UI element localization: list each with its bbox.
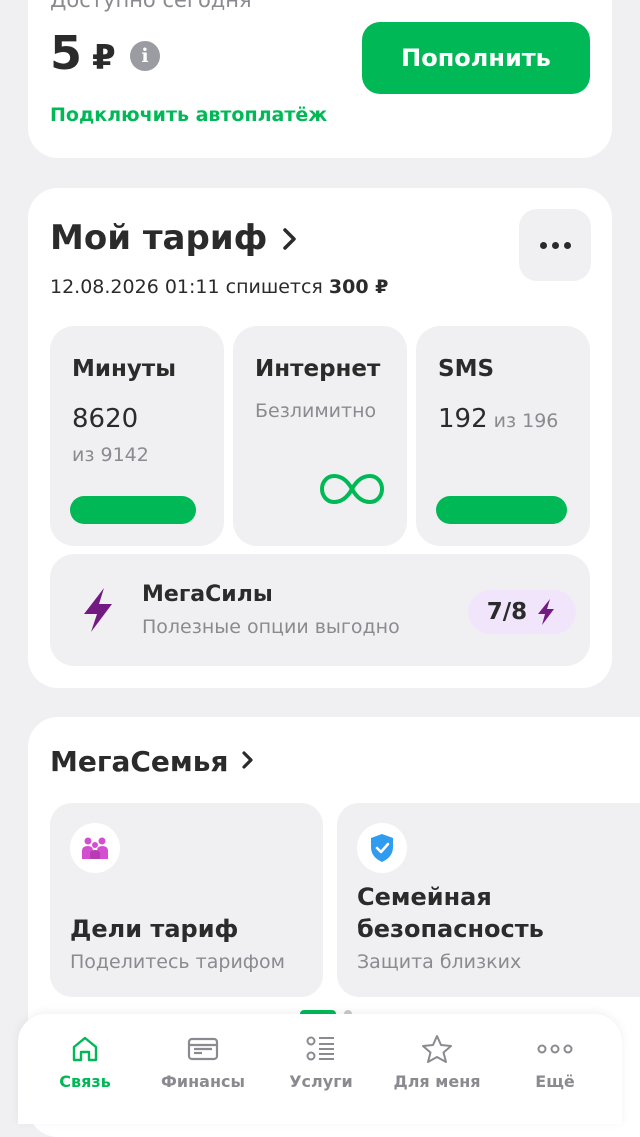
dot-icon: [539, 241, 547, 249]
megasily-banner[interactable]: МегаСилы Полезные опции выгодно 7/8: [50, 554, 590, 666]
sms-counter: 192 из 196: [438, 404, 558, 434]
sms-total: из 196: [493, 410, 559, 432]
charge-info: 12.08.2026 01:11 спишется 300 ₽: [50, 276, 388, 298]
megasily-count: 7/8: [486, 599, 528, 625]
megasily-badge: 7/8: [468, 590, 576, 634]
more-dots-icon: [537, 1044, 573, 1054]
charge-amount: 300 ₽: [328, 276, 389, 298]
charge-date: 12.08.2026 01:11 спишется: [50, 276, 323, 298]
available-today-label: Доступно сегодня: [50, 0, 252, 12]
lightning-icon: [538, 599, 555, 625]
sms-title: SMS: [438, 356, 495, 382]
lightning-icon: [78, 586, 118, 638]
nav-label: Финансы: [161, 1072, 245, 1091]
topup-button[interactable]: Пополнить: [362, 22, 590, 94]
minutes-remaining: 8620: [72, 404, 139, 434]
list-icon: [306, 1036, 334, 1061]
card-icon: [187, 1037, 219, 1061]
dot-icon: [563, 241, 571, 249]
nav-item-services[interactable]: Услуги: [266, 1034, 376, 1091]
sms-remaining: 192: [438, 404, 488, 434]
share-tariff-subtitle: Поделитесь тарифом: [70, 951, 285, 973]
star-icon: [422, 1035, 452, 1063]
megasily-subtitle: Полезные опции выгодно: [142, 616, 400, 638]
autopay-link[interactable]: Подключить автоплатёж: [50, 104, 327, 126]
family-icon: [70, 823, 120, 873]
dot-icon: [551, 241, 559, 249]
tariff-title[interactable]: Мой тариф: [50, 218, 267, 258]
infinity-icon: [319, 472, 385, 510]
balance-amount: 5 ₽: [50, 26, 116, 80]
nav-label: Ещё: [535, 1072, 575, 1091]
nav-item-finance[interactable]: Финансы: [148, 1034, 258, 1091]
bottom-navigation: Связь Финансы Услуги Для меня Ещё: [18, 1014, 622, 1124]
sms-progress-bar: [436, 496, 567, 524]
minutes-progress-bar: [70, 496, 196, 524]
balance-value: 5: [50, 26, 83, 80]
minutes-tile[interactable]: Минуты 8620 из 9142: [50, 326, 224, 546]
balance-card: Доступно сегодня 5 ₽ i Пополнить Подключи…: [28, 0, 612, 158]
family-title[interactable]: МегаСемья: [50, 745, 229, 778]
chevron-right-icon[interactable]: [240, 747, 256, 779]
nav-item-svyaz[interactable]: Связь: [30, 1034, 140, 1091]
chevron-right-icon[interactable]: [280, 224, 300, 262]
tariff-card: Мой тариф 12.08.2026 01:11 спишется 300 …: [28, 188, 612, 688]
more-options-button[interactable]: [519, 209, 591, 281]
home-icon: [72, 1036, 98, 1062]
minutes-total: из 9142: [72, 444, 149, 466]
share-tariff-title: Дели тариф: [70, 915, 239, 943]
share-tariff-tile[interactable]: Дели тариф Поделитесь тарифом: [50, 803, 323, 997]
sms-tile[interactable]: SMS 192 из 196: [416, 326, 590, 546]
nav-label: Услуги: [289, 1072, 353, 1091]
internet-title: Интернет: [255, 356, 381, 382]
info-icon[interactable]: i: [130, 41, 160, 71]
nav-label: Связь: [59, 1072, 111, 1091]
internet-tile[interactable]: Интернет Безлимитно: [233, 326, 407, 546]
shield-icon: [357, 823, 407, 873]
nav-item-for-me[interactable]: Для меня: [382, 1034, 492, 1091]
family-security-title: Семейная безопасность: [357, 883, 544, 943]
megasily-title: МегаСилы: [142, 582, 273, 607]
family-security-tile[interactable]: Семейная безопасность Защита близких: [337, 803, 640, 997]
minutes-title: Минуты: [72, 356, 177, 382]
internet-status: Безлимитно: [255, 400, 377, 422]
balance-currency: ₽: [92, 38, 116, 78]
nav-label: Для меня: [393, 1072, 481, 1091]
family-security-subtitle: Защита близких: [357, 951, 522, 973]
nav-item-more[interactable]: Ещё: [500, 1034, 610, 1091]
